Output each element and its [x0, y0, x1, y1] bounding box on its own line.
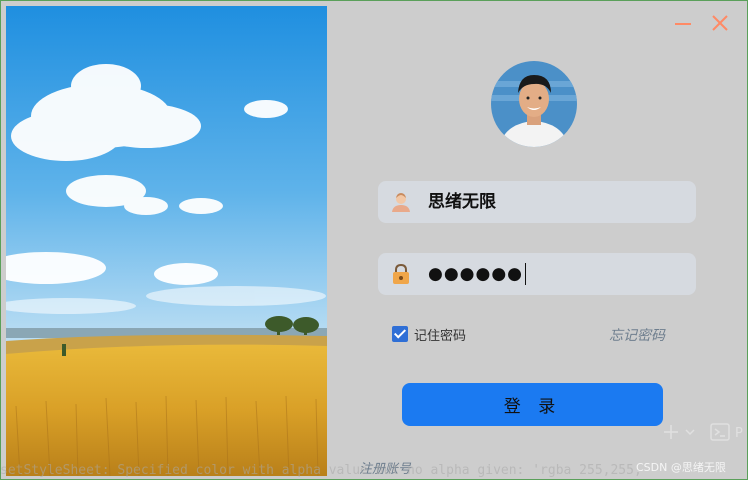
checkbox-checked-icon[interactable]	[392, 326, 408, 342]
forgot-password-link[interactable]: 忘记密码	[609, 325, 665, 345]
terminal-icon[interactable]	[710, 423, 730, 441]
minimize-button[interactable]	[671, 11, 695, 35]
login-button[interactable]: 登 录	[402, 383, 663, 426]
username-field[interactable]: 思绪无限	[378, 181, 696, 223]
chevron-down-icon[interactable]	[685, 429, 695, 436]
close-button[interactable]	[708, 11, 732, 35]
terminal-label: P	[735, 426, 743, 441]
landscape-image	[6, 6, 327, 476]
username-value: 思绪无限	[428, 192, 496, 212]
password-mask: ●●●●●●	[428, 264, 524, 284]
avatar	[491, 61, 577, 147]
user-icon	[392, 193, 410, 212]
remember-password-checkbox[interactable]: 记住密码	[392, 324, 466, 344]
text-caret	[525, 263, 527, 285]
login-window: 思绪无限 ●●●●●● 记住密码 忘记密码 登 录 注册账号	[0, 0, 748, 480]
lock-icon	[393, 263, 409, 284]
plus-icon[interactable]	[664, 425, 678, 439]
register-account-link[interactable]: 注册账号	[359, 458, 411, 477]
ide-toolbar: P	[660, 420, 748, 444]
remember-password-label: 记住密码	[414, 328, 467, 344]
watermark-text: CSDN @思绪无限	[636, 461, 726, 474]
password-value: ●●●●●●	[428, 253, 527, 295]
close-icon	[712, 15, 728, 31]
password-field[interactable]: ●●●●●●	[378, 253, 696, 295]
minimize-icon	[675, 23, 691, 25]
